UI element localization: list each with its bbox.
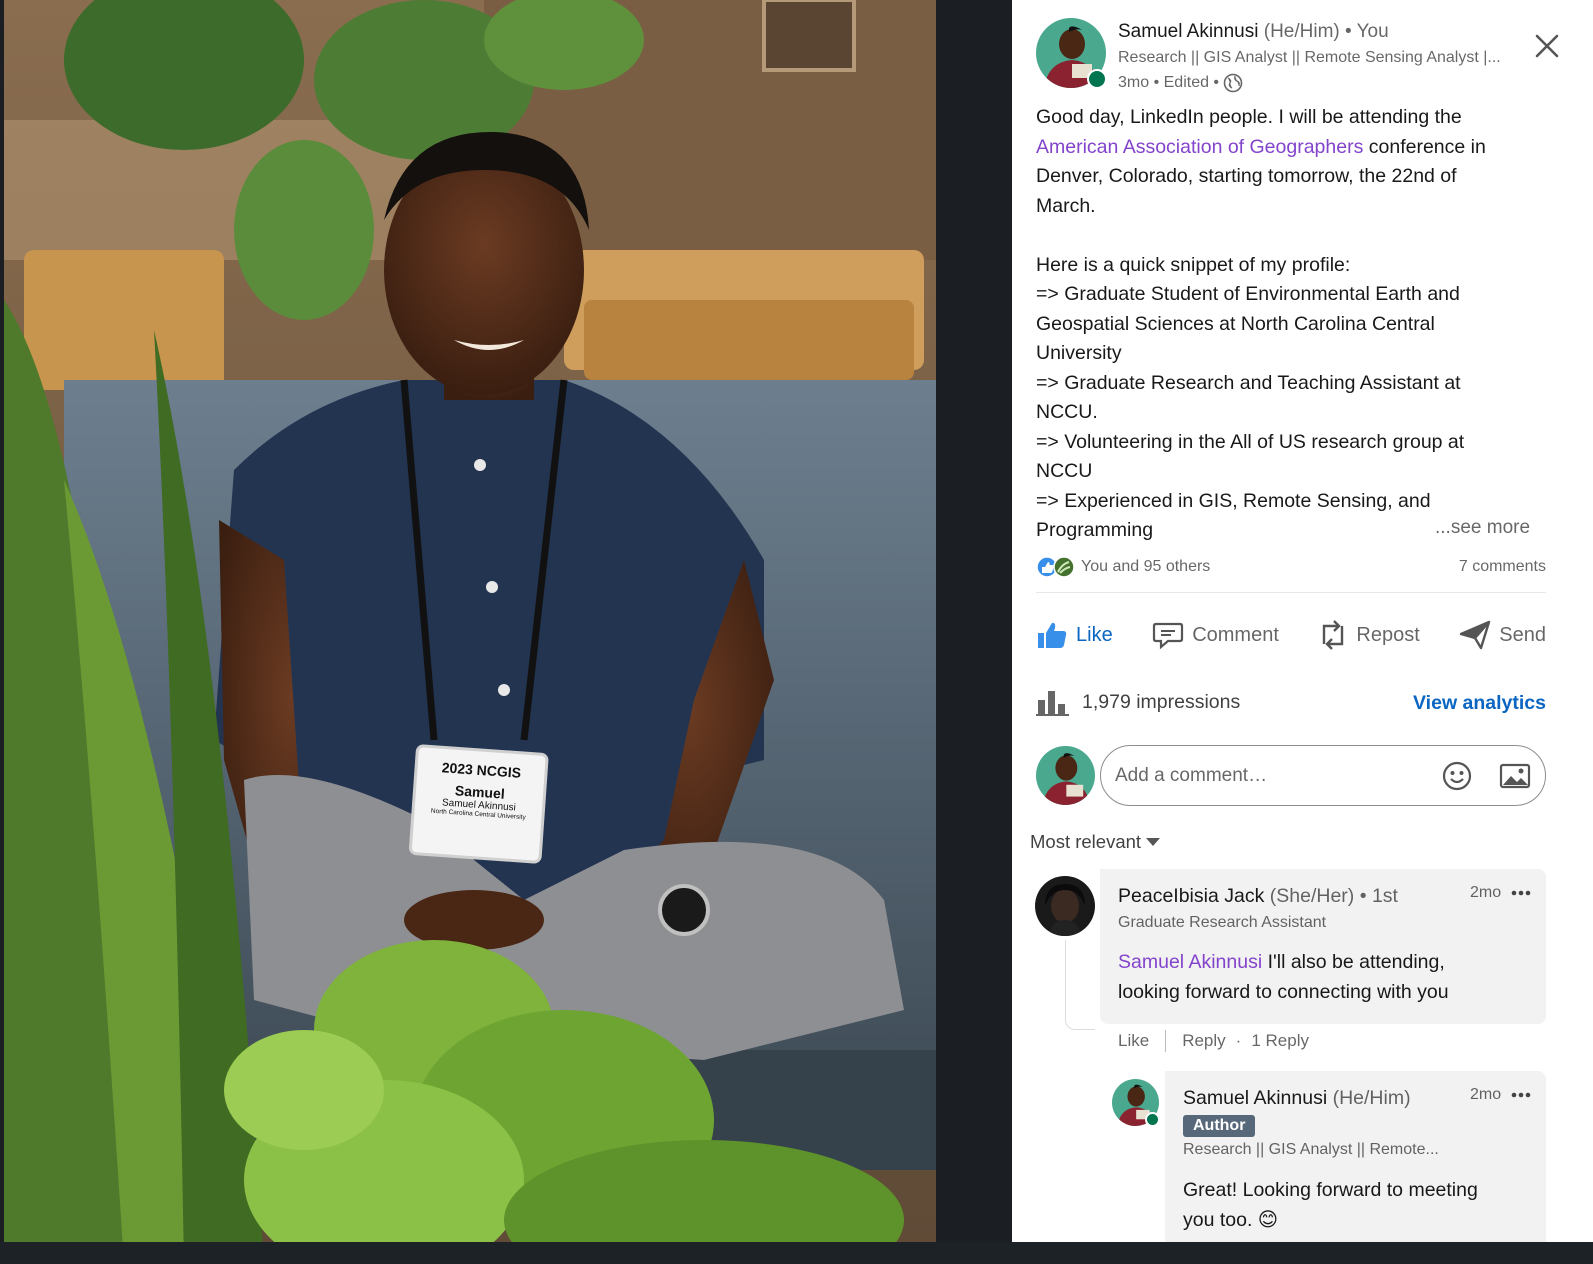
author-name-line[interactable]: Samuel Akinnusi (He/Him) • You [1118,21,1389,43]
post-meta: 3mo • Edited • [1118,73,1243,93]
dot-separator: · [1235,1031,1242,1050]
celebrate-reaction-icon [1053,556,1075,578]
post-line: => Graduate Student of Environmental Ear… [1036,283,1460,305]
comment-line-rest: I'll also be attending, [1262,951,1445,973]
reply-author-pronouns: (He/Him) [1332,1087,1411,1109]
reactions-text[interactable]: You and 95 others [1081,558,1210,576]
online-status-indicator [1145,1112,1160,1127]
author-degree: • You [1345,21,1389,42]
photo-viewer: 2023 NCGIS Samuel Samuel Akinnusi North … [0,0,1012,1264]
repost-icon [1323,620,1344,650]
image-icon[interactable] [1499,762,1531,790]
comment-line: Samuel Akinnusi I'll also be attending, [1118,948,1449,978]
post-blank-line [1036,221,1546,251]
post-line: Denver, Colorado, starting tomorrow, the… [1036,165,1457,187]
post-line: Here is a quick snippet of my profile: [1036,253,1351,276]
post-photo[interactable]: 2023 NCGIS Samuel Samuel Akinnusi North … [4,0,936,1264]
comment-time: 2mo [1470,884,1502,901]
view-analytics-link[interactable]: View analytics [1413,692,1546,715]
caret-down-icon [1146,838,1161,846]
globe-icon [1223,73,1243,93]
reply-text: Great! Looking forward to meeting you to… [1183,1176,1478,1235]
comment-like-button[interactable]: Like [1118,1031,1149,1051]
comment-label: Comment [1192,623,1279,646]
comment-line: looking forward to connecting with you [1118,980,1449,1003]
close-button[interactable] [1533,32,1561,60]
post-line: March. [1036,194,1096,217]
emoji-icon[interactable] [1441,760,1473,792]
commenter-name[interactable]: PeaceIbisia Jack [1118,885,1264,907]
reply-author-headline: Research || GIS Analyst || Remote... [1183,1141,1439,1158]
post-line: University [1036,342,1122,364]
reply-time-menu: 2mo [1470,1086,1531,1104]
current-user-avatar [1036,746,1095,805]
repost-button[interactable]: Repost [1318,618,1420,652]
author-badge: Author [1183,1115,1256,1137]
post-line-rest: conference in [1363,135,1486,158]
commenter-degree: • 1st [1359,885,1398,907]
mention-link[interactable]: American Association of Geographers [1036,136,1363,158]
more-options-icon[interactable] [1511,889,1531,897]
commenter-pronouns: (She/Her) [1269,885,1355,907]
reply-time: 2mo [1470,1086,1502,1103]
thumbs-up-icon [1038,622,1067,648]
comment-sort-dropdown[interactable]: Most relevant [1030,831,1161,853]
like-label: Like [1076,623,1113,646]
commenter-name-line[interactable]: PeaceIbisia Jack (She/Her) • 1st [1118,885,1398,908]
reply-line: you too. 😊 [1183,1208,1279,1231]
analytics-bar-icon [1036,691,1069,716]
comment-time-menu: 2mo [1470,884,1531,902]
see-more-button[interactable]: ...see more [1435,517,1530,539]
comment-input[interactable] [1115,764,1441,787]
comments-count[interactable]: 7 comments [1459,558,1546,576]
comment-actions: Like Reply · 1 Reply [1118,1030,1309,1052]
post-line: American Association of Geographers conf… [1036,133,1546,163]
reply-thread-line [1065,940,1095,1030]
reply-author-name-line[interactable]: Samuel Akinnusi (He/Him) [1183,1087,1411,1110]
post-line: => Experienced in GIS, Remote Sensing, a… [1036,489,1431,512]
send-label: Send [1499,623,1546,646]
social-actions: Like Comment Repost Send [1036,612,1546,658]
reply-line: Great! Looking forward to meeting [1183,1179,1478,1201]
reaction-icons [1036,556,1075,578]
post-line: => Graduate Research and Teaching Assist… [1036,371,1461,394]
comment-reply-button[interactable]: Reply [1182,1031,1225,1051]
comment-button[interactable]: Comment [1152,621,1279,649]
commenter-avatar[interactable] [1035,876,1095,936]
action-separator [1165,1030,1167,1052]
comment-text: Samuel Akinnusi I'll also be attending, … [1118,948,1449,1007]
sort-label: Most relevant [1030,831,1142,852]
send-icon [1460,620,1491,650]
author-name[interactable]: Samuel Akinnusi [1118,21,1258,42]
repost-label: Repost [1356,623,1420,646]
author-headline: Research || GIS Analyst || Remote Sensin… [1118,49,1501,66]
reply-author-name[interactable]: Samuel Akinnusi [1183,1087,1327,1109]
post-line: NCCU. [1036,401,1098,423]
author-pronouns: (He/Him) [1263,21,1340,42]
impressions-count: 1,979 impressions [1082,690,1241,713]
more-options-icon[interactable] [1511,1091,1531,1099]
bottom-bar [0,1242,1593,1264]
replies-count[interactable]: 1 Reply [1251,1031,1309,1051]
comment-box [1100,745,1546,806]
post-line: Good day, LinkedIn people. I will be att… [1036,106,1462,128]
comment-icon [1153,622,1184,649]
comment-mention[interactable]: Samuel Akinnusi [1118,951,1262,973]
post-text: Good day, LinkedIn people. I will be att… [1036,103,1546,546]
like-button[interactable]: Like [1036,620,1113,650]
close-icon [1535,34,1559,58]
post-line: Geospatial Sciences at North Carolina Ce… [1036,312,1435,335]
send-button[interactable]: Send [1459,620,1546,650]
commenter-headline: Graduate Research Assistant [1118,914,1327,931]
post-line: NCCU [1036,460,1093,482]
post-line: => Volunteering in the All of US researc… [1036,430,1465,453]
post-time: 3mo • Edited • [1118,74,1220,91]
reactions-summary[interactable]: You and 95 others [1036,556,1210,578]
conference-badge: 2023 NCGIS Samuel Samuel Akinnusi North … [414,758,546,823]
pane-edge [1570,0,1593,1264]
impressions: 1,979 impressions [1036,688,1240,716]
comment-box-icons [1441,760,1531,792]
online-status-indicator [1087,69,1107,89]
divider [1036,592,1546,593]
